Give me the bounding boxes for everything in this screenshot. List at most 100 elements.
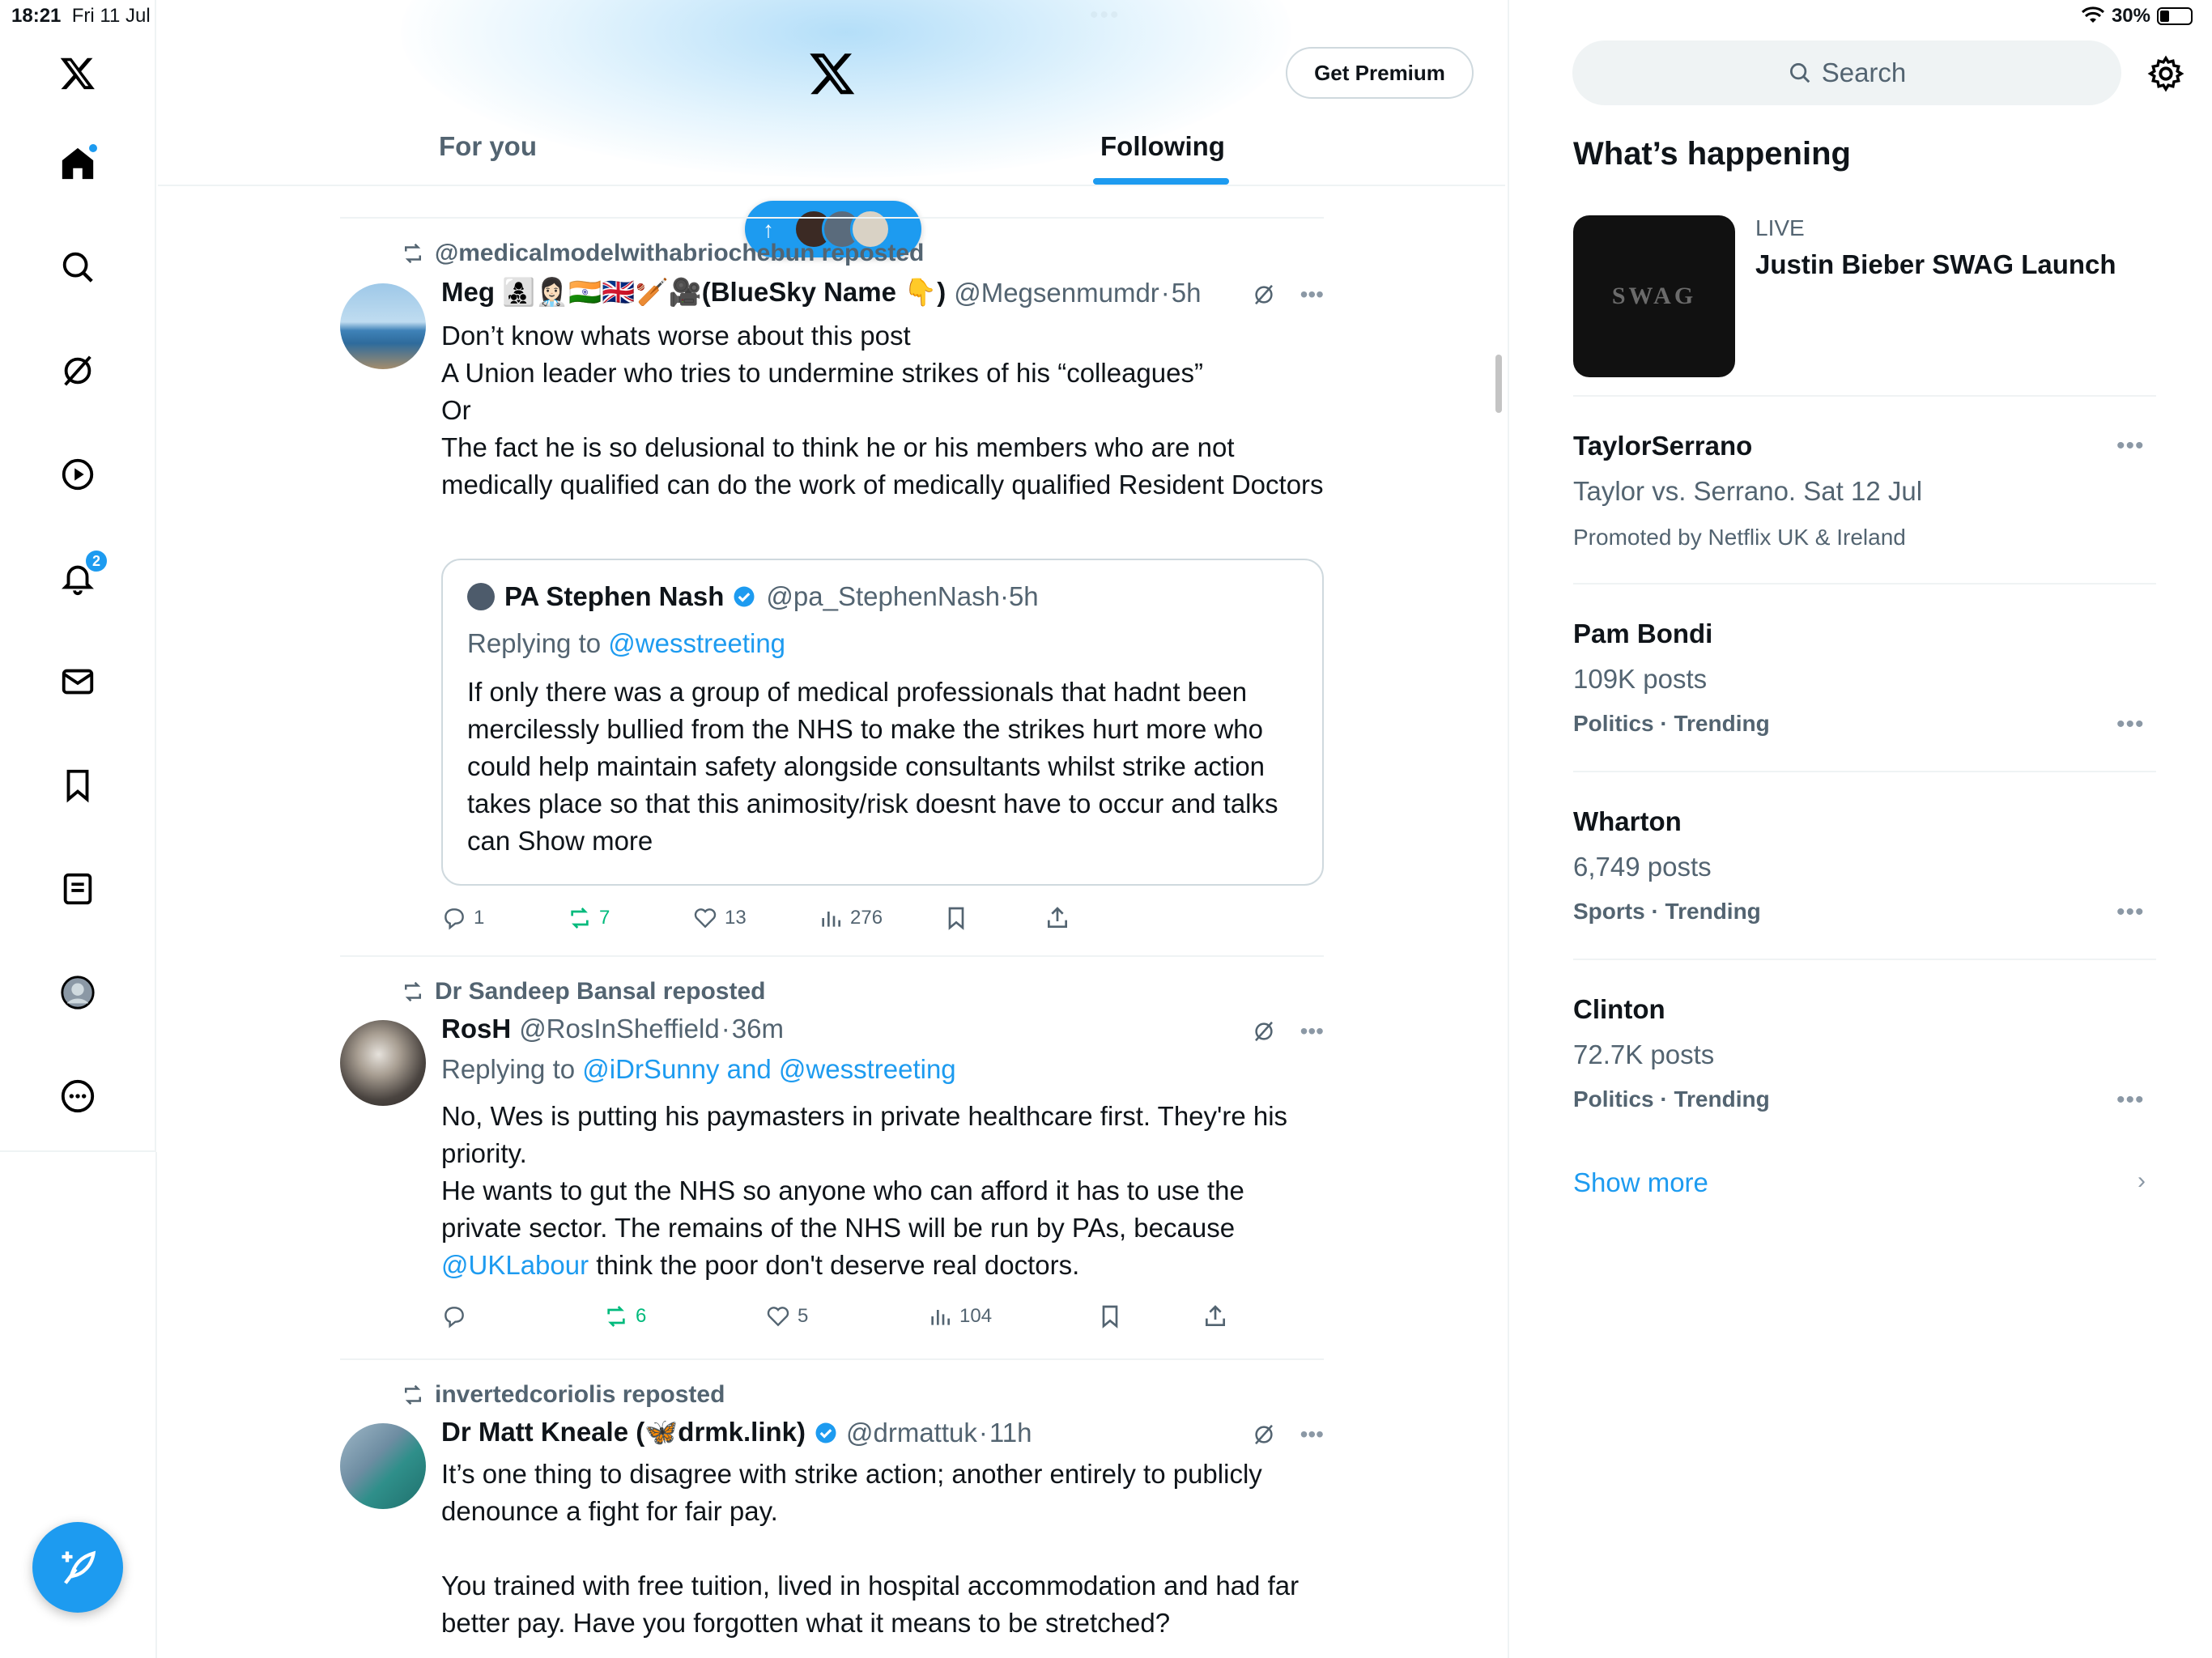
live-event-image[interactable]: SWAG bbox=[1573, 215, 1735, 377]
quote-time: 5h bbox=[1008, 581, 1039, 611]
verified-badge-icon bbox=[815, 1422, 836, 1443]
views-button[interactable]: 104 bbox=[927, 1303, 992, 1329]
post-more-icon[interactable]: ••• bbox=[1300, 282, 1324, 308]
repost-button[interactable]: 7 bbox=[567, 905, 610, 931]
trend-category: Sports · Trending bbox=[1573, 899, 1761, 924]
share-button[interactable] bbox=[1202, 1303, 1228, 1329]
trend-more-icon[interactable]: ••• bbox=[2116, 711, 2145, 738]
post-more-icon[interactable]: ••• bbox=[1300, 1018, 1324, 1044]
feed-scrollbar[interactable] bbox=[1495, 355, 1502, 413]
repost-button[interactable]: 6 bbox=[603, 1303, 646, 1329]
trend-name[interactable]: Wharton bbox=[1573, 806, 1682, 837]
home-icon[interactable] bbox=[57, 142, 99, 185]
settings-gear-icon[interactable] bbox=[2147, 55, 2184, 92]
trend-more-icon[interactable]: ••• bbox=[2116, 899, 2145, 926]
share-button[interactable] bbox=[1044, 905, 1070, 931]
show-more-link[interactable]: Show more bbox=[1573, 1167, 1708, 1198]
post-text: Don’t know whats worse about this post A… bbox=[441, 321, 1324, 500]
compose-post-button[interactable] bbox=[32, 1522, 123, 1613]
avatar[interactable] bbox=[340, 1020, 426, 1106]
mention-link[interactable]: @UKLabour bbox=[441, 1250, 589, 1280]
quoted-post[interactable]: PA Stephen Nash @pa_StephenNash · 5h Rep… bbox=[441, 559, 1324, 886]
quote-author-name: PA Stephen Nash bbox=[504, 581, 725, 611]
messages-icon[interactable] bbox=[57, 661, 99, 703]
repost-icon bbox=[571, 908, 589, 929]
author-name[interactable]: RosH bbox=[441, 1014, 511, 1044]
post-actions: 6 5 104 bbox=[441, 1303, 1263, 1336]
home-unread-dot bbox=[87, 142, 99, 154]
x-logo-icon[interactable] bbox=[808, 49, 857, 97]
tab-following[interactable]: Following bbox=[1100, 131, 1225, 162]
feed-divider bbox=[340, 1358, 1324, 1360]
repost-context: Dr Sandeep Bansal reposted bbox=[401, 978, 765, 1005]
post-more-icon[interactable]: ••• bbox=[1300, 1422, 1324, 1448]
trend-more-icon[interactable]: ••• bbox=[2116, 1086, 2145, 1114]
avatar[interactable] bbox=[340, 1423, 426, 1509]
status-right: 30% bbox=[2081, 5, 2193, 28]
notifications-icon[interactable]: 2 bbox=[57, 549, 108, 599]
live-event-title[interactable]: Justin Bieber SWAG Launch bbox=[1755, 249, 2116, 280]
trend-name[interactable]: Clinton bbox=[1573, 994, 1665, 1025]
trend-post-count: 72.7K posts bbox=[1573, 1039, 1715, 1069]
get-premium-button[interactable]: Get Premium bbox=[1286, 47, 1474, 99]
trend-post-count: 6,749 posts bbox=[1573, 852, 1712, 882]
post-text: It’s one thing to disagree with strike a… bbox=[441, 1459, 1300, 1638]
author-name[interactable]: Meg 👩‍👧‍👦👩🏻‍⚕️🇮🇳🇬🇧🏏🎥(BlueSky Name 👇) bbox=[441, 277, 946, 308]
grok-icon[interactable] bbox=[1252, 283, 1276, 307]
trend-divider bbox=[1573, 959, 2156, 960]
promoted-trend-name[interactable]: TaylorSerrano bbox=[1573, 431, 1752, 461]
grok-icon[interactable] bbox=[1252, 1019, 1276, 1044]
reply-icon bbox=[445, 908, 464, 930]
lists-icon[interactable] bbox=[57, 868, 99, 910]
repost-icon bbox=[405, 1384, 421, 1405]
bookmark-button[interactable] bbox=[1097, 1303, 1123, 1329]
quote-replying-to: Replying to @wesstreeting bbox=[467, 628, 786, 658]
mention-link[interactable]: @wesstreeting bbox=[608, 628, 785, 658]
avatar[interactable] bbox=[340, 283, 426, 369]
bookmark-button[interactable] bbox=[943, 905, 969, 931]
active-tab-indicator bbox=[1093, 178, 1229, 185]
reply-button[interactable] bbox=[441, 1303, 474, 1329]
replying-to: Replying to @iDrSunny and @wesstreeting bbox=[441, 1054, 956, 1084]
post-header: RosH @RosInSheffield · 36m bbox=[441, 1014, 784, 1044]
repost-icon bbox=[405, 243, 421, 264]
author-name[interactable]: Dr Matt Kneale (🦋drmk.link) bbox=[441, 1417, 806, 1448]
heart-icon bbox=[767, 1307, 789, 1327]
like-button[interactable]: 13 bbox=[692, 905, 747, 931]
post-actions: 1 7 13 276 bbox=[441, 905, 1129, 937]
like-button[interactable]: 5 bbox=[765, 1303, 808, 1329]
post-time[interactable]: 36m bbox=[732, 1014, 784, 1044]
repost-icon bbox=[405, 981, 421, 1002]
author-handle[interactable]: @Megsenmumdr bbox=[954, 278, 1159, 308]
views-button[interactable]: 276 bbox=[818, 905, 883, 931]
author-handle[interactable]: @drmattuk bbox=[846, 1418, 977, 1448]
main-header: Get Premium For you Following bbox=[158, 0, 1505, 186]
avatar bbox=[467, 583, 495, 610]
x-logo-icon[interactable] bbox=[57, 52, 99, 94]
post-top-actions: ••• bbox=[1252, 1422, 1324, 1448]
bookmarks-icon[interactable] bbox=[57, 764, 99, 806]
mention-link[interactable]: @iDrSunny and @wesstreeting bbox=[582, 1054, 955, 1084]
grok-icon[interactable] bbox=[1252, 1422, 1276, 1447]
trend-post-count: 109K posts bbox=[1573, 664, 1708, 694]
sidebar-divider bbox=[1508, 0, 1509, 1658]
trend-divider bbox=[1573, 395, 2156, 397]
search-placeholder: Search bbox=[1821, 57, 1907, 87]
search-input[interactable]: Search bbox=[1572, 40, 2121, 105]
profile-avatar-icon[interactable] bbox=[57, 971, 99, 1014]
grok-icon[interactable] bbox=[57, 350, 99, 392]
compose-feather-icon bbox=[62, 1550, 96, 1584]
nav-divider bbox=[155, 1152, 157, 1658]
promoted-trend-subtitle: Taylor vs. Serrano. Sat 12 Jul bbox=[1573, 476, 1923, 506]
trend-more-icon[interactable]: ••• bbox=[2116, 432, 2145, 460]
reply-button[interactable]: 1 bbox=[441, 905, 484, 931]
trend-name[interactable]: Pam Bondi bbox=[1573, 619, 1712, 649]
post-time[interactable]: 5h bbox=[1172, 278, 1202, 308]
video-icon[interactable] bbox=[57, 453, 99, 495]
more-options-icon[interactable] bbox=[57, 1075, 99, 1117]
author-handle[interactable]: @RosInSheffield bbox=[519, 1014, 720, 1044]
live-label: LIVE bbox=[1755, 215, 1805, 240]
tab-for-you[interactable]: For you bbox=[439, 131, 537, 162]
search-icon[interactable] bbox=[57, 246, 99, 288]
post-time[interactable]: 11h bbox=[989, 1418, 1032, 1448]
